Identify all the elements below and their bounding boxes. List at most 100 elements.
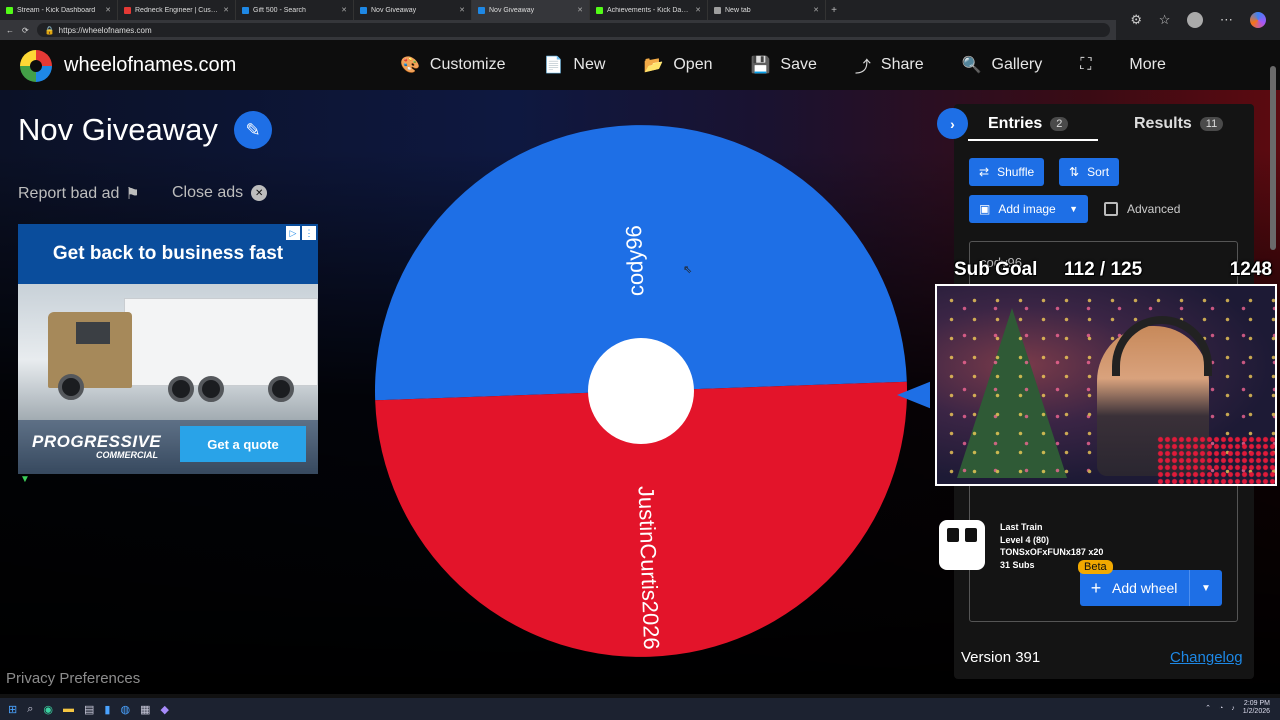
chevron-down-icon[interactable]: ▼ [1190, 583, 1222, 594]
close-ads-link[interactable]: Close ads ✕ [172, 184, 268, 202]
privacy-preferences-link[interactable]: Privacy Preferences [6, 670, 140, 687]
copilot-icon[interactable] [1249, 12, 1266, 28]
tab-favicon-icon [360, 6, 367, 14]
shuffle-button[interactable]: ⇄ Shuffle [969, 158, 1045, 186]
browser-tab-strip: Stream - Kick Dashboard ✕ Redneck Engineer… [0, 0, 1280, 20]
browser-tab[interactable]: Achievements - Kick Dashboard ✕ [590, 0, 708, 20]
nav-label: Save [780, 56, 817, 73]
page-scrollbar[interactable] [1270, 66, 1276, 250]
version-label: Version 391 [961, 649, 1041, 666]
sub-goal-label: Sub Goal [954, 259, 1038, 280]
nav-gallery-button[interactable]: 🔍 Gallery [962, 55, 1043, 75]
nav-customize-button[interactable]: 🎨 Customize [400, 55, 506, 75]
tab-entries[interactable]: Entries 2 [988, 115, 1069, 133]
clock-time: 2:09 PM [1243, 700, 1270, 707]
ad-menu-icon[interactable]: ⋮ [302, 226, 316, 240]
plus-icon: + [1090, 577, 1102, 598]
address-bar: ← ⟳ 🔒 https://wheelofnames.com [0, 20, 1116, 40]
nav-open-button[interactable]: 📂 Open [643, 55, 712, 75]
network-icon[interactable]: ◔ [1219, 705, 1223, 712]
edge-icon[interactable]: ◉ [43, 703, 53, 716]
changelog-link[interactable]: Changelog [1170, 649, 1243, 666]
close-tab-icon[interactable]: ✕ [223, 6, 229, 14]
beta-badge: Beta [1078, 560, 1113, 574]
nav-fullscreen-button[interactable]: ⛶ [1080, 56, 1091, 74]
browser-tab-title: Stream - Kick Dashboard [17, 6, 96, 14]
close-tab-icon[interactable]: ✕ [813, 6, 819, 14]
add-image-label: Add image [998, 202, 1056, 216]
close-tab-icon[interactable]: ✕ [577, 6, 583, 14]
browser-tab[interactable]: Stream - Kick Dashboard ✕ [0, 0, 118, 20]
nav-save-button[interactable]: 💾 Save [751, 55, 817, 75]
nav-label: New [573, 56, 606, 73]
app-icon[interactable]: ◍ [120, 703, 130, 716]
ad-brand-sub: COMMERCIAL [96, 450, 158, 460]
alert-line: Level 4 (80) [1000, 534, 1050, 545]
close-tab-icon[interactable]: ✕ [105, 6, 111, 14]
nav-label: Open [673, 56, 713, 73]
add-wheel-button[interactable]: + Add wheel ▼ [1080, 570, 1222, 606]
windows-taskbar: ⊞ ⌕ ◉ ▬ ▤ ▮ ◍ ▦ ◆ ⌃ ◔ ♪ 2:09 PM 1/2/2026 [0, 698, 1280, 720]
wheel-center-hub[interactable] [588, 338, 694, 444]
advanced-label: Advanced [1127, 202, 1181, 216]
clock[interactable]: 2:09 PM 1/2/2026 [1243, 700, 1270, 716]
app-icon[interactable]: ◆ [160, 703, 168, 716]
close-tab-icon[interactable]: ✕ [695, 6, 701, 14]
sort-button[interactable]: ⇅ Sort [1059, 158, 1120, 186]
file-explorer-icon[interactable]: ▬ [63, 703, 74, 716]
search-icon[interactable]: ⌕ [27, 703, 33, 716]
browser-tab[interactable]: Gift 500 - Search ✕ [236, 0, 354, 20]
tab-favicon-icon [242, 6, 249, 14]
folder-icon: 📂 [643, 57, 664, 74]
active-tab-indicator [968, 139, 1098, 141]
collapse-panel-button[interactable]: › [937, 108, 968, 139]
new-tab-icon[interactable]: + [826, 5, 842, 16]
report-ad-link[interactable]: Report bad ad ⚑ [18, 184, 140, 204]
refresh-icon[interactable]: ⟳ [22, 26, 29, 35]
browser-tab[interactable]: Redneck Engineer | Custom Build P ✕ [118, 0, 236, 20]
app-icon[interactable]: ▮ [104, 703, 110, 716]
browser-tab[interactable]: New tab ✕ [708, 0, 826, 20]
nav-new-button[interactable]: 📄 New [544, 55, 606, 75]
tab-favicon-icon [596, 6, 603, 14]
advanced-checkbox[interactable] [1104, 202, 1118, 216]
app-icon[interactable]: ▦ [140, 703, 150, 716]
volume-icon[interactable]: ♪ [1231, 705, 1235, 712]
ad-marker-icon: ▼ [20, 474, 30, 485]
adchoices-icon[interactable]: ▷ [286, 226, 300, 240]
pencil-icon: ✎ [245, 119, 261, 140]
profile-avatar[interactable] [1187, 12, 1204, 28]
start-icon[interactable]: ⊞ [8, 703, 17, 716]
more-icon[interactable]: ⋯ [1220, 12, 1233, 28]
chevron-up-icon[interactable]: ⌃ [1205, 704, 1211, 712]
share-icon: ⤴ [854, 59, 871, 76]
nav-more-button[interactable]: More [1129, 56, 1165, 74]
ad-headline: Get back to business fast [52, 243, 284, 264]
back-icon[interactable]: ← [6, 26, 14, 35]
browser-tab[interactable]: Nov Giveaway ✕ [472, 0, 590, 20]
favorites-icon[interactable]: ☆ [1159, 12, 1171, 28]
extensions-icon[interactable]: ⚙ [1130, 12, 1142, 28]
sub-goal-overlay: Sub Goal 112 / 125 1248 [954, 259, 1272, 283]
tab-results[interactable]: Results 11 [1134, 115, 1224, 133]
advertisement[interactable]: Get back to business fast ▷ ⋮ PROGRESSIV… [18, 224, 318, 474]
browser-tab[interactable]: Nov Giveaway ✕ [354, 0, 472, 20]
ad-choices[interactable]: ▷ ⋮ [286, 226, 316, 240]
name-wheel[interactable]: cody96JustinCurtis2026 [370, 125, 930, 665]
close-tab-icon[interactable]: ✕ [341, 6, 347, 14]
sub-goal-value: 112 / 125 [1064, 259, 1143, 280]
nav-share-button[interactable]: ⤴ Share [855, 53, 924, 77]
add-image-button[interactable]: ▣ Add image ▼ [969, 195, 1088, 223]
sub-goal-number: 1248 [1229, 259, 1272, 280]
app-icon[interactable]: ▤ [84, 703, 94, 716]
browser-tab-title: Achievements - Kick Dashboard [607, 6, 691, 14]
url-field[interactable]: 🔒 https://wheelofnames.com [36, 23, 1110, 37]
wheel-logo-icon[interactable] [20, 50, 52, 82]
webcam-overlay [935, 284, 1277, 486]
site-name[interactable]: wheelofnames.com [64, 54, 236, 77]
close-tab-icon[interactable]: ✕ [459, 6, 465, 14]
tab-results-label: Results [1134, 115, 1192, 132]
get-quote-button[interactable]: Get a quote [180, 426, 306, 462]
edit-title-button[interactable]: ✎ [234, 111, 272, 149]
url-text: https://wheelofnames.com [58, 25, 152, 35]
